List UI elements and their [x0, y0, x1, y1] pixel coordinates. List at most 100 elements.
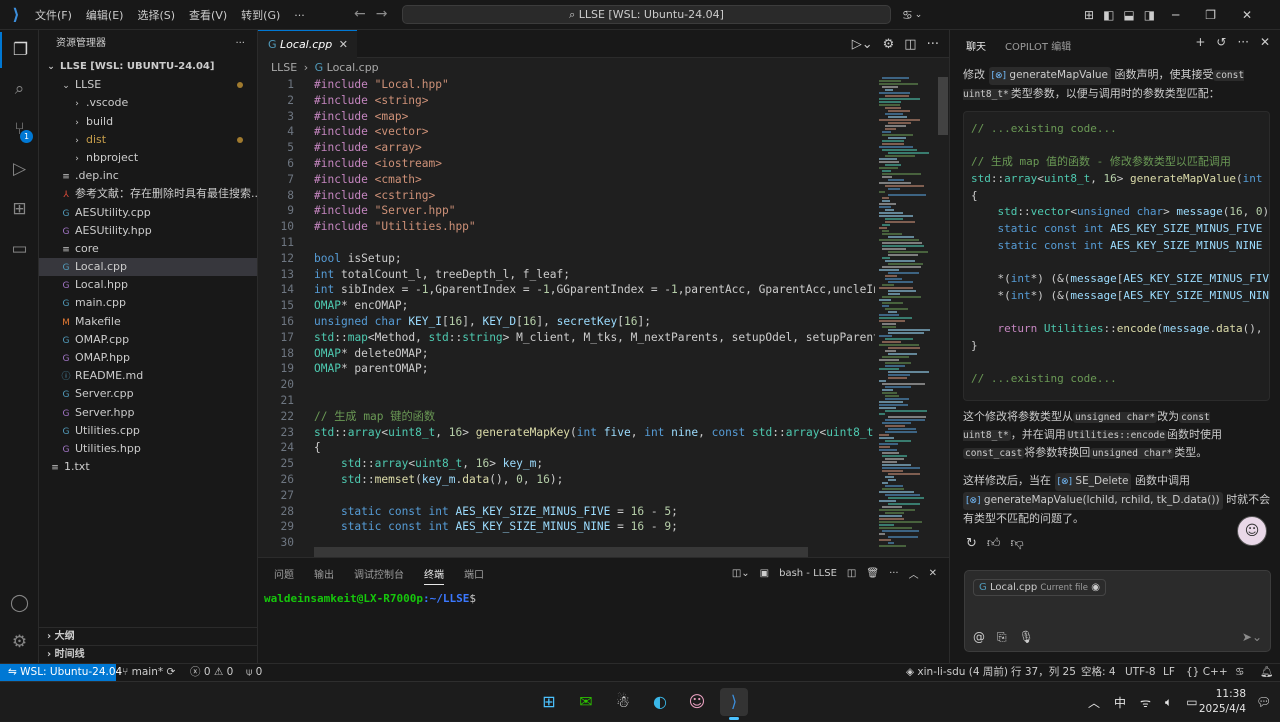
- symbol-reference[interactable]: [⊗] generateMapValue(lchild, rchild, tk_…: [963, 492, 1223, 510]
- user-app-icon[interactable]: ☺: [683, 688, 711, 716]
- tab-problems[interactable]: 问题: [274, 566, 294, 581]
- history-icon[interactable]: ↺: [1216, 35, 1226, 49]
- folder-item[interactable]: › nbproject: [39, 149, 257, 167]
- vscode-taskbar-icon[interactable]: ⟩: [720, 688, 748, 720]
- file-item[interactable]: ⅄ 参考文献：存在删除时具有最佳搜索...: [39, 185, 257, 203]
- edge-icon[interactable]: ◐: [646, 688, 674, 716]
- notification-center-icon[interactable]: 💬︎: [1256, 682, 1271, 722]
- battery-icon[interactable]: ▭: [1186, 695, 1197, 709]
- explorer-icon[interactable]: ❐: [0, 32, 39, 68]
- horizontal-scrollbar[interactable]: [314, 547, 808, 557]
- file-item[interactable]: G Server.hpp: [39, 404, 257, 422]
- tab-local-cpp[interactable]: G Local.cpp ✕: [258, 30, 357, 58]
- microphone-icon[interactable]: 🎙︎: [1019, 630, 1034, 645]
- toggle-primary-sidebar-icon[interactable]: ◧: [1103, 8, 1114, 22]
- chevron-down-icon[interactable]: ⌄: [915, 10, 923, 20]
- ime-indicator[interactable]: 中: [1114, 694, 1126, 711]
- copilot-status-icon[interactable]: ♋︎: [1235, 664, 1244, 681]
- breadcrumb-file[interactable]: Local.cpp: [327, 61, 379, 74]
- attach-icon[interactable]: ⎘: [997, 630, 1007, 645]
- plus-icon[interactable]: +: [1195, 35, 1205, 49]
- breadcrumb-root[interactable]: LLSE: [271, 61, 297, 74]
- maximize-panel-icon[interactable]: ︿: [909, 566, 919, 581]
- file-item[interactable]: G AESUtility.hpp: [39, 222, 257, 240]
- indentation[interactable]: 空格: 4: [1081, 664, 1116, 681]
- command-center-search[interactable]: ⌕ LLSE [WSL: Ubuntu-24.04]: [402, 5, 891, 24]
- folder-item[interactable]: › .vscode: [39, 94, 257, 112]
- terminal[interactable]: waldeinsamkeit@LX-R7000p:~/LLSE$: [258, 588, 949, 605]
- more-actions-icon[interactable]: ···: [235, 30, 245, 58]
- forward-arrow-icon[interactable]: →: [376, 6, 388, 22]
- send-icon[interactable]: ➤⌄: [1242, 630, 1262, 644]
- close-tab-icon[interactable]: ✕: [339, 31, 348, 58]
- folder-item[interactable]: › build: [39, 113, 257, 131]
- menu-selection[interactable]: 选择(S): [130, 7, 182, 23]
- chat-input-box[interactable]: G Local.cpp Current file ◉ @ ⎘ 🎙︎ ➤⌄: [964, 570, 1271, 652]
- menu-file[interactable]: 文件(F): [28, 7, 79, 23]
- menu-view[interactable]: 查看(V): [182, 7, 234, 23]
- more-actions-icon[interactable]: ···: [1237, 35, 1248, 49]
- trash-icon[interactable]: 🗑: [866, 568, 879, 579]
- wifi-icon[interactable]: ᯤ: [1140, 694, 1151, 711]
- close-window-icon[interactable]: ✕: [1242, 8, 1252, 22]
- split-editor-icon[interactable]: ◫: [904, 37, 916, 52]
- code-editor[interactable]: 1 #include "Local.hpp" 2 #include <string> 3…: [258, 77, 875, 557]
- qq-icon[interactable]: ☃: [609, 688, 637, 716]
- windows-start-icon[interactable]: ⊞: [535, 688, 563, 716]
- layout-icon[interactable]: ◫⌄: [732, 568, 750, 579]
- extensions-icon[interactable]: ⊞: [0, 191, 39, 227]
- thumbs-up-icon[interactable]: 👍︎: [987, 536, 1001, 551]
- tab-output[interactable]: 输出: [314, 566, 334, 581]
- settings-gear-icon[interactable]: ⚙: [0, 624, 39, 660]
- symbol-reference[interactable]: [⊗] generateMapValue: [988, 67, 1111, 85]
- file-item[interactable]: ≡ core: [39, 240, 257, 258]
- file-item[interactable]: ⓘ README.md: [39, 367, 257, 385]
- more-actions-icon[interactable]: ···: [889, 568, 899, 579]
- folder-item[interactable]: › dist: [39, 131, 257, 149]
- volume-icon[interactable]: 🔈︎: [1165, 695, 1172, 710]
- run-file-icon[interactable]: ▷⌄: [852, 37, 873, 52]
- timeline-section[interactable]: › 时间线: [39, 645, 258, 663]
- wechat-icon[interactable]: ✉: [572, 688, 600, 716]
- remote-explorer-icon[interactable]: ▭: [0, 231, 39, 267]
- symbol-reference[interactable]: [⊗] SE_Delete: [1054, 473, 1132, 491]
- notifications-icon[interactable]: 🔔︎: [1260, 664, 1273, 681]
- file-item[interactable]: G AESUtility.cpp: [39, 204, 257, 222]
- branch-indicator[interactable]: ⑂ main* ⟳: [122, 664, 175, 681]
- file-item[interactable]: G Local.hpp: [39, 276, 257, 294]
- more-actions-icon[interactable]: ···: [927, 37, 939, 52]
- remote-indicator[interactable]: ⇋ WSL: Ubuntu-24.04: [0, 664, 122, 682]
- account-icon[interactable]: ◯: [0, 585, 39, 621]
- menu-more[interactable]: ···: [287, 9, 312, 22]
- vertical-scrollbar[interactable]: [938, 77, 948, 135]
- back-arrow-icon[interactable]: ←: [354, 6, 366, 22]
- settings-gear-icon[interactable]: ⚙: [883, 37, 895, 52]
- file-item[interactable]: G Server.cpp: [39, 385, 257, 403]
- file-item[interactable]: G OMAP.hpp: [39, 349, 257, 367]
- source-control-icon[interactable]: ⑂ 1: [0, 111, 39, 147]
- restore-icon[interactable]: ❐: [1205, 8, 1216, 22]
- menu-edit[interactable]: 编辑(E): [79, 7, 131, 23]
- clock[interactable]: 11:38 2025/4/4: [1199, 687, 1246, 717]
- folder-item[interactable]: ⌄ LLSE: [39, 76, 257, 94]
- toggle-panel-icon[interactable]: ⬓: [1123, 8, 1134, 22]
- tray-overflow-icon[interactable]: ︿: [1088, 694, 1100, 711]
- run-debug-icon[interactable]: ▷: [0, 151, 39, 187]
- tab-terminal[interactable]: 终端: [424, 566, 444, 585]
- chat-code-block[interactable]: // ...existing code... // 生成 map 值的函数 - 修…: [963, 111, 1270, 401]
- language-mode[interactable]: {} C++: [1186, 664, 1228, 681]
- copilot-icon[interactable]: ♋︎: [902, 8, 913, 22]
- eol[interactable]: LF: [1163, 664, 1175, 681]
- terminal-shell-label[interactable]: bash - LLSE: [779, 568, 837, 579]
- problems-indicator[interactable]: ⓧ 0 ⚠ 0: [190, 664, 233, 681]
- file-item[interactable]: G Utilities.hpp: [39, 440, 257, 458]
- file-item[interactable]: G Utilities.cpp: [39, 422, 257, 440]
- thumbs-down-icon[interactable]: 👎︎: [1011, 536, 1024, 551]
- tab-ports[interactable]: 端口: [464, 566, 484, 581]
- minimap[interactable]: [875, 77, 937, 557]
- workspace-root[interactable]: ⌄ LLSE [WSL: UBUNTU-24.04]: [39, 58, 257, 76]
- file-item[interactable]: ≡ .dep.inc: [39, 167, 257, 185]
- cursor-position[interactable]: 行 37，列 25: [1011, 664, 1076, 681]
- git-blame[interactable]: ◈ xin-li-sdu (4 周前): [906, 664, 1008, 681]
- copilot-menu[interactable]: ♋︎ ⌄: [902, 0, 922, 30]
